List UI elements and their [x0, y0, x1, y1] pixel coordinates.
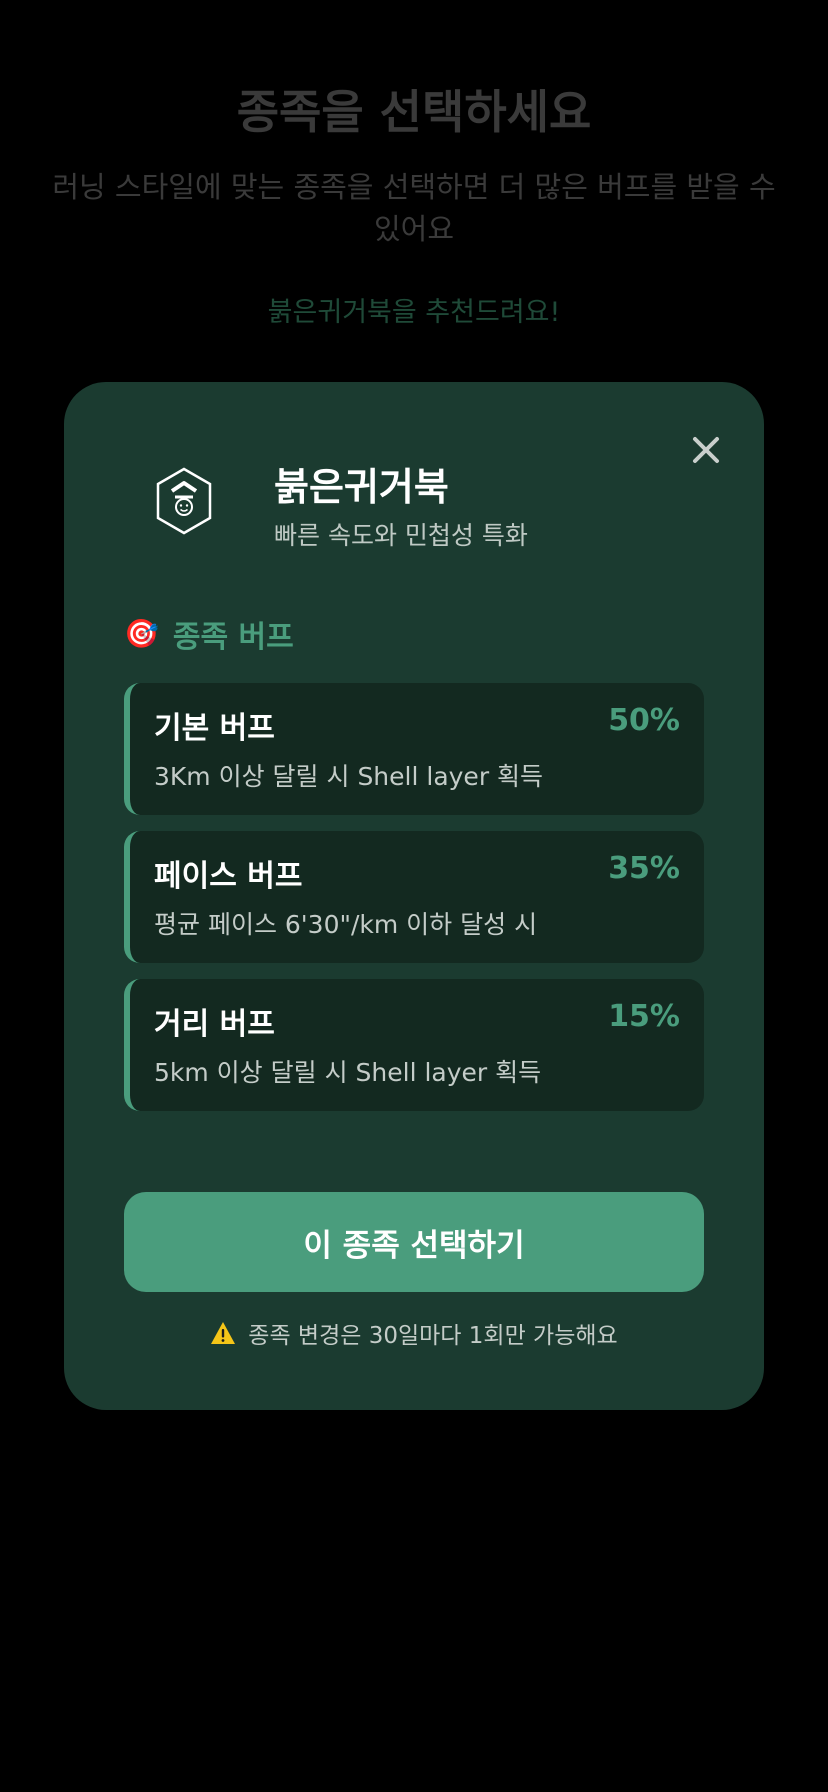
buff-card-pace: 페이스 버프 35% 평균 페이스 6'30"/km 이하 달성 시: [124, 831, 704, 963]
species-name: 붉은귀거북: [274, 465, 449, 509]
shell-badge-icon: [154, 466, 214, 536]
close-icon: [693, 437, 719, 463]
page-title: 종족을 선택하세요: [236, 85, 592, 139]
buff-card-basic: 기본 버프 50% 3Km 이상 달릴 시 Shell layer 획득: [124, 683, 704, 815]
buff-detail: 3Km 이상 달릴 시 Shell layer 획득: [154, 762, 544, 791]
buff-percent: 50%: [608, 703, 680, 738]
buff-detail: 평균 페이스 6'30"/km 이하 달성 시: [154, 910, 538, 939]
target-icon: 🎯: [124, 617, 159, 650]
warning-icon: [210, 1321, 236, 1345]
notice-text: 종족 변경은 30일마다 1회만 가능해요: [248, 1323, 618, 1349]
recommendation-text: 붉은귀거북을 추천드려요!: [267, 297, 561, 328]
species-description: 빠른 속도와 민첩성 특화: [274, 521, 528, 550]
buff-percent: 35%: [608, 851, 680, 886]
select-species-button[interactable]: 이 종족 선택하기: [124, 1192, 704, 1292]
buff-name: 페이스 버프: [154, 859, 303, 894]
buff-detail: 5km 이상 달릴 시 Shell layer 획득: [154, 1058, 542, 1087]
buff-card-distance: 거리 버프 15% 5km 이상 달릴 시 Shell layer 획득: [124, 979, 704, 1111]
close-button[interactable]: [686, 430, 726, 470]
species-detail-modal: 붉은귀거북 빠른 속도와 민첩성 특화 🎯 종족 버프 기본 버프 50% 3K…: [64, 382, 764, 1410]
buff-name: 거리 버프: [154, 1007, 275, 1042]
change-limit-notice: 종족 변경은 30일마다 1회만 가능해요: [64, 1316, 764, 1350]
buff-name: 기본 버프: [154, 711, 275, 746]
species-selection-screen: 종족을 선택하세요 러닝 스타일에 맞는 종족을 선택하면 더 많은 버프를 받…: [0, 0, 828, 1792]
buff-percent: 15%: [608, 999, 680, 1034]
buff-section-title: 종족 버프: [172, 620, 294, 655]
buff-section-header: 🎯 종족 버프: [124, 612, 294, 656]
page-subtitle: 러닝 스타일에 맞는 종족을 선택하면 더 많은 버프를 받을 수 있어요: [52, 170, 776, 246]
